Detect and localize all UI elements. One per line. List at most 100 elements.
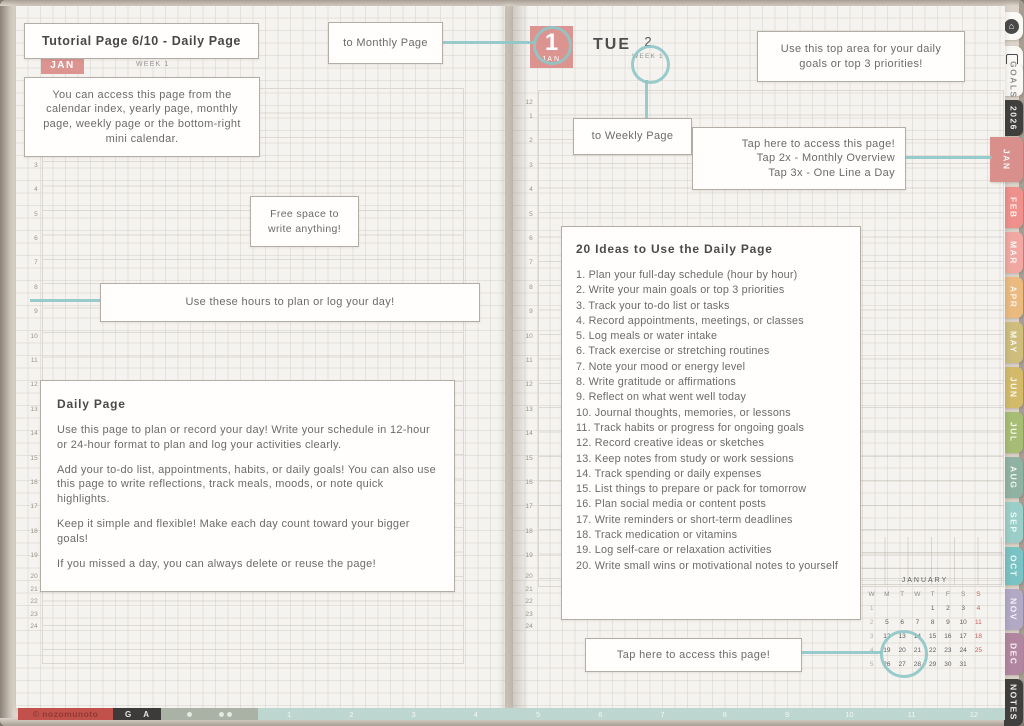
month-number-4[interactable]: 4 (445, 710, 507, 719)
tab-jun[interactable]: JUN (1004, 367, 1023, 408)
tab-dec[interactable]: DEC (1004, 633, 1023, 675)
month-number-7[interactable]: 7 (632, 710, 694, 719)
idea-item: 14. Track spending or daily expenses (576, 467, 847, 482)
idea-item: 15. List things to prepare or pack for t… (576, 482, 847, 497)
double-dot-icon[interactable] (219, 712, 232, 717)
tab-label: 2026 (1009, 106, 1019, 131)
calendar-day[interactable]: 6 (895, 618, 910, 627)
tab-sep[interactable]: SEP (1004, 502, 1023, 543)
calendar-day[interactable]: 17 (956, 632, 971, 641)
month-number-12[interactable]: 12 (943, 710, 1005, 719)
calendar-empty-cell (971, 660, 986, 669)
tap-access-line: Tap here to access this page! (701, 137, 895, 152)
tab-feb[interactable]: FEB (1004, 187, 1023, 228)
calendar-day[interactable]: 7 (910, 618, 925, 627)
daily-page-paragraph: Use this page to plan or record your day… (57, 423, 438, 453)
hour-label: 7 (519, 259, 533, 266)
month-number-8[interactable]: 8 (694, 710, 756, 719)
calendar-day[interactable]: 8 (925, 618, 940, 627)
tab-may[interactable]: MAY (1004, 322, 1023, 363)
calendar-day[interactable]: 23 (940, 646, 955, 655)
month-number-3[interactable]: 3 (383, 710, 445, 719)
tab-2026[interactable]: 2026 (1004, 100, 1023, 136)
hour-label: 17 (519, 503, 533, 510)
tutorial-title: Tutorial Page 6/10 - Daily Page (25, 30, 258, 53)
letters-segment[interactable]: G A (113, 708, 161, 720)
hour-label: 16 (519, 479, 533, 486)
calendar-day[interactable]: 11 (971, 618, 986, 627)
idea-item: 11. Track habits or progress for ongoing… (576, 421, 847, 436)
weekday-label: TUE (593, 36, 631, 54)
tab-label: FEB (1009, 197, 1019, 219)
calendar-day[interactable]: 15 (925, 632, 940, 641)
calendar-day-header: M (879, 590, 894, 599)
tab-goals[interactable]: GOALS (1004, 64, 1023, 96)
calendar-day[interactable]: 5 (879, 618, 894, 627)
calendar-week-number: 2 (864, 618, 879, 627)
tab-nov[interactable]: NOV (1004, 589, 1023, 630)
hour-label: 24 (24, 623, 38, 630)
month-number-5[interactable]: 5 (507, 710, 569, 719)
daily-page-info-title: Daily Page (57, 397, 438, 411)
hour-label: 19 (24, 552, 38, 559)
calendar-day[interactable]: 2 (940, 604, 955, 613)
calendar-day[interactable]: 30 (940, 660, 955, 669)
dots-segment[interactable] (161, 708, 258, 720)
calendar-day[interactable]: 29 (925, 660, 940, 669)
calendar-day-header: W (910, 590, 925, 599)
month-number-9[interactable]: 9 (756, 710, 818, 719)
calendar-day[interactable]: 1 (925, 604, 940, 613)
letter-a[interactable]: A (143, 710, 149, 719)
month-number-10[interactable]: 10 (818, 710, 880, 719)
calendar-day[interactable]: 4 (971, 604, 986, 613)
hour-label: 23 (519, 611, 533, 618)
calendar-day[interactable]: 24 (956, 646, 971, 655)
idea-item: 2. Write your main goals or top 3 priori… (576, 283, 847, 298)
ideas-box-title: 20 Ideas to Use the Daily Page (576, 242, 847, 256)
hour-label: 16 (24, 479, 38, 486)
calendar-day[interactable]: 25 (971, 646, 986, 655)
letter-g[interactable]: G (125, 710, 131, 719)
tab-label: AUG (1009, 466, 1019, 489)
hour-label: 22 (519, 598, 533, 605)
idea-item: 3. Track your to-do list or tasks (576, 299, 847, 314)
tab-notes[interactable]: NOTES (1004, 679, 1023, 726)
month-number-2[interactable]: 2 (320, 710, 382, 719)
hour-label: 18 (519, 528, 533, 535)
tab-jul[interactable]: JUL (1004, 412, 1023, 453)
month-number-1[interactable]: 1 (258, 710, 320, 719)
tab-mar[interactable]: MAR (1004, 232, 1023, 273)
hour-label: 14 (519, 430, 533, 437)
tab-aug[interactable]: AUG (1004, 457, 1023, 498)
tab-oct[interactable]: OCT (1004, 547, 1023, 585)
hour-label: 9 (519, 308, 533, 315)
to-monthly-note-box: to Monthly Page (328, 22, 443, 64)
tap-access-line: Tap 3x - One Line a Day (701, 166, 895, 181)
hour-label: 10 (24, 333, 38, 340)
calendar-day-header: T (925, 590, 940, 599)
idea-item: 19. Log self-care or relaxation activiti… (576, 543, 847, 558)
month-number-6[interactable]: 6 (569, 710, 631, 719)
month-number-11[interactable]: 11 (881, 710, 943, 719)
to-weekly-note-box: to Weekly Page (573, 118, 692, 155)
tab-label: JAN (1002, 149, 1012, 171)
left-week-label: WEEK 1 (136, 61, 170, 68)
copyright-text: © nozomunoto (33, 709, 99, 719)
hours-note-text: Use these hours to plan or log your day! (101, 291, 479, 314)
idea-item: 17. Write reminders or short-term deadli… (576, 513, 847, 528)
calendar-empty-cell (895, 604, 910, 613)
hour-label: 11 (24, 357, 38, 364)
calendar-week-number: 3 (864, 632, 879, 641)
tab-apr[interactable]: APR (1004, 277, 1023, 318)
calendar-day[interactable]: 16 (940, 632, 955, 641)
idea-item: 16. Plan social media or content posts (576, 497, 847, 512)
hour-label: 12 (519, 99, 533, 106)
calendar-day[interactable]: 3 (956, 604, 971, 613)
tab-jan[interactable]: JAN (990, 137, 1023, 182)
calendar-day[interactable]: 18 (971, 632, 986, 641)
calendar-day[interactable]: 31 (956, 660, 971, 669)
hour-label: 20 (519, 573, 533, 580)
dot-icon[interactable] (187, 712, 192, 717)
calendar-day[interactable]: 10 (956, 618, 971, 627)
calendar-day[interactable]: 9 (940, 618, 955, 627)
